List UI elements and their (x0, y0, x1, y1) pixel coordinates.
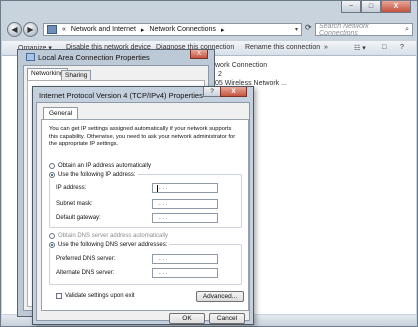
address-bar[interactable]: « Network and Internet ▸ Network Connect… (43, 23, 302, 36)
radio-label: Use the following DNS server addresses: (58, 242, 168, 248)
search-icon[interactable]: ⌕ (405, 26, 409, 34)
more-commands-button[interactable]: » (324, 44, 328, 51)
preview-pane-button[interactable]: □ (382, 44, 386, 51)
search-input[interactable]: Search Network Connections ⌕ (315, 22, 413, 37)
help-icon[interactable]: ? (400, 44, 404, 51)
obtain-dns-auto-radio[interactable]: Obtain DNS server address automatically (49, 233, 168, 239)
breadcrumb-separator[interactable]: ▸ (221, 26, 225, 34)
radio-button[interactable] (49, 233, 55, 239)
ipv4-properties-dialog: Internet Protocol Version 4 (TCP/IPv4) P… (32, 86, 254, 325)
radio-button[interactable] (49, 163, 55, 169)
validate-settings-label: Validate settings upon exit (65, 293, 135, 299)
radio-label: Use the following IP address: (58, 172, 136, 178)
help-button[interactable]: ? (203, 87, 221, 97)
ip-address-value: . . . (159, 185, 168, 191)
preferred-dns-label: Preferred DNS server: (56, 256, 116, 262)
views-button[interactable]: ☷ ▾ (354, 44, 366, 52)
radio-button[interactable] (49, 172, 55, 178)
cancel-button[interactable]: Cancel (209, 313, 245, 324)
breadcrumb-network-and-internet[interactable]: Network and Internet (71, 26, 136, 33)
alternate-dns-input[interactable]: . . . (152, 268, 218, 278)
dns-server-group (49, 244, 242, 285)
alternate-dns-value: . . . (159, 270, 168, 276)
ok-button[interactable]: OK (169, 313, 205, 324)
chevron-down-icon[interactable]: ▾ (295, 26, 298, 33)
back-button[interactable]: ◀ (7, 22, 22, 37)
text-caret (157, 185, 158, 192)
forward-arrow-icon: ▶ (27, 25, 34, 34)
alternate-dns-label: Alternate DNS server: (56, 270, 115, 276)
ip-address-label: IP address: (56, 185, 87, 191)
preferred-dns-value: . . . (159, 256, 168, 262)
subnet-mask-value: . . . (159, 201, 168, 207)
forward-button[interactable]: ▶ (23, 22, 38, 37)
use-following-ip-radio[interactable]: Use the following IP address: (49, 172, 138, 178)
minimize-button[interactable]: − (341, 1, 361, 13)
search-placeholder: Search Network Connections (319, 22, 369, 37)
default-gateway-input[interactable]: . . . (152, 213, 218, 223)
close-button[interactable]: X (220, 87, 247, 97)
navigation-bar: ◀ ▶ « Network and Internet ▸ Network Con… (7, 22, 413, 38)
default-gateway-label: Default gateway: (56, 215, 101, 221)
default-gateway-value: . . . (159, 215, 168, 221)
radio-label: Obtain an IP address automatically (58, 163, 151, 169)
subnet-mask-label: Subnet mask: (56, 201, 93, 207)
subnet-mask-input[interactable]: . . . (152, 199, 218, 209)
ip-address-input[interactable]: . . . (152, 183, 218, 193)
use-following-dns-radio[interactable]: Use the following DNS server addresses: (49, 242, 170, 248)
breadcrumb-separator[interactable]: ▸ (141, 26, 145, 34)
breadcrumb-network-connections[interactable]: Network Connections (149, 26, 216, 33)
dialog-title: Internet Protocol Version 4 (TCP/IPv4) P… (39, 91, 203, 100)
connection-detail: 2 (218, 71, 222, 78)
connection-name[interactable]: work Connection (215, 62, 267, 69)
radio-button[interactable] (49, 242, 55, 248)
window-controls: − □ X (341, 1, 411, 13)
rename-connection-button[interactable]: Rename this connection (245, 44, 320, 51)
advanced-button[interactable]: Advanced... (196, 291, 244, 302)
network-folder-icon (47, 25, 57, 34)
validate-settings-checkbox[interactable] (56, 293, 62, 299)
general-panel: You can get IP settings assigned automat… (41, 119, 249, 311)
preferred-dns-input[interactable]: . . . (152, 254, 218, 264)
back-arrow-icon: ◀ (11, 25, 18, 34)
radio-label: Obtain DNS server address automatically (58, 233, 169, 239)
close-button[interactable]: X (190, 50, 208, 59)
maximize-button[interactable]: □ (361, 1, 381, 13)
network-adapter-icon (26, 53, 35, 61)
refresh-icon[interactable]: ⟳ (305, 23, 312, 32)
dialog-title: Local Area Connection Properties (26, 53, 150, 62)
obtain-ip-auto-radio[interactable]: Obtain an IP address automatically (49, 163, 151, 169)
dialog-body: General You can get IP settings assigned… (36, 102, 250, 324)
close-button[interactable]: X (381, 1, 411, 13)
validate-settings-checkbox-row[interactable]: Validate settings upon exit (56, 293, 135, 299)
breadcrumb-overflow[interactable]: « (62, 26, 66, 33)
description-text: You can get IP settings assigned automat… (49, 126, 236, 147)
